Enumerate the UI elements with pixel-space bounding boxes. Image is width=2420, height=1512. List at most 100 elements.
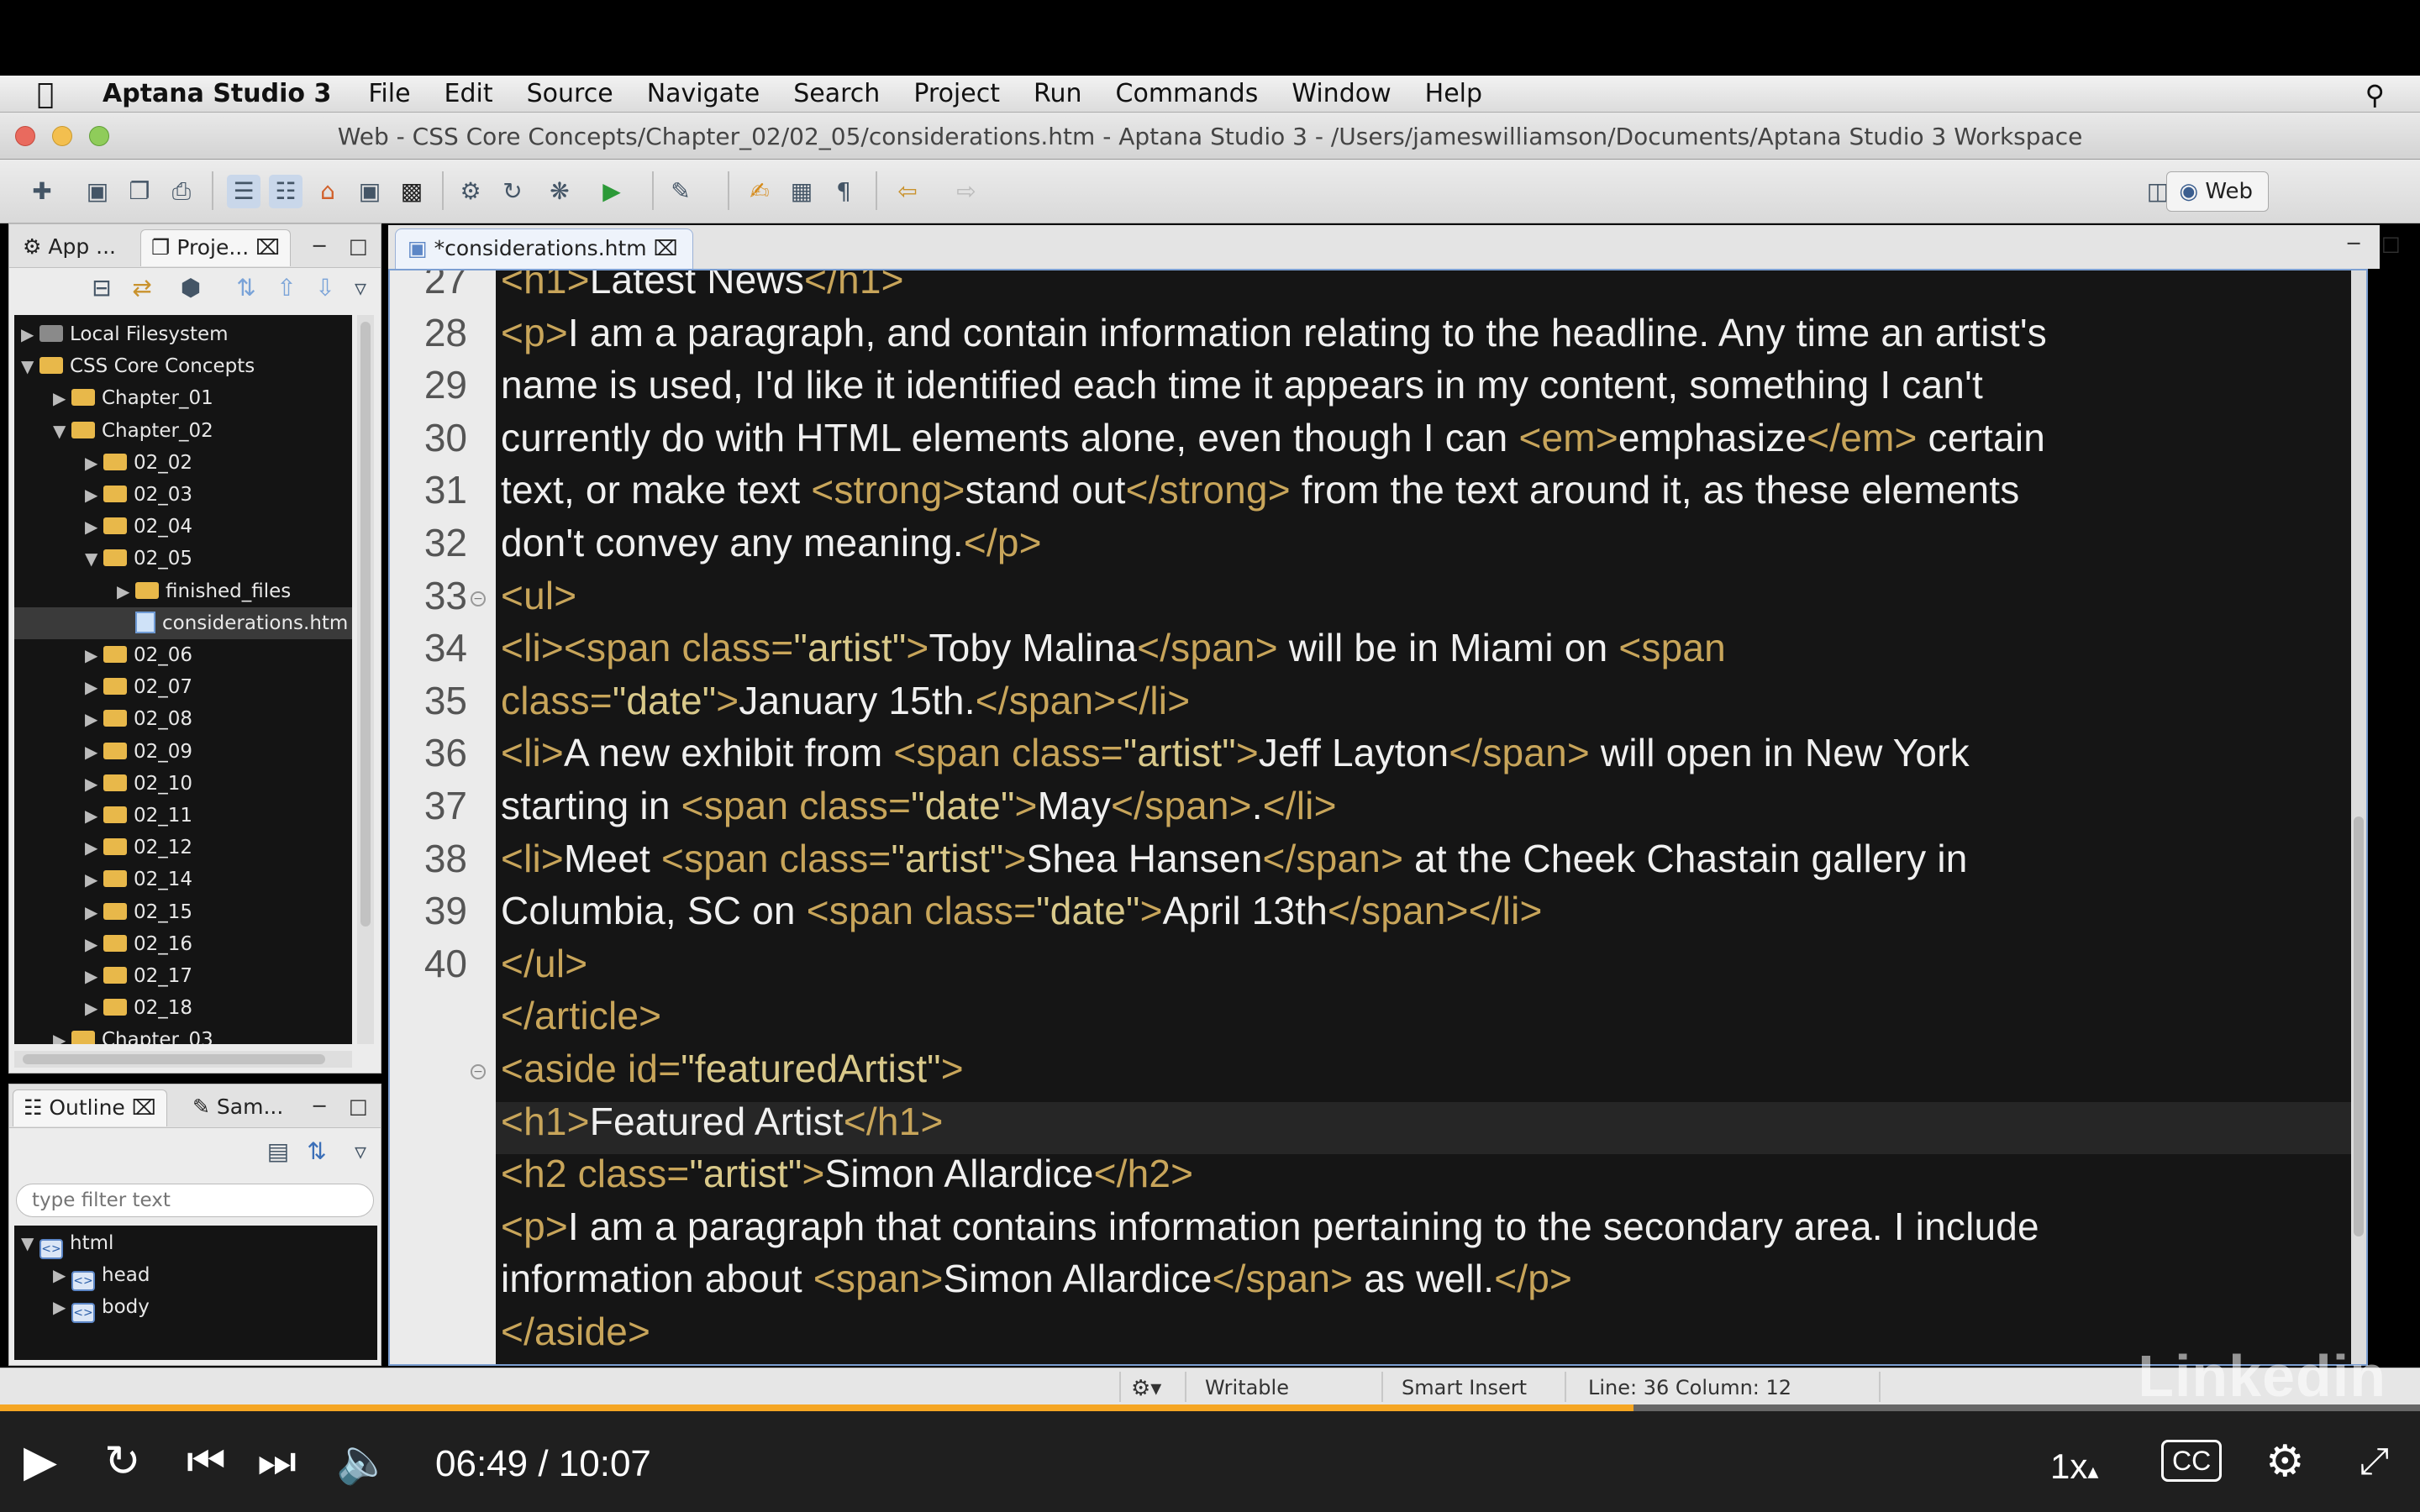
code-editor[interactable]: 27 28 29 30 31 32 33−34 35 36 37 38 39 40− <h1>Lates… (388, 269, 2368, 1366)
code-line[interactable]: <p>I am a paragraph that contains inform… (501, 1204, 2039, 1249)
collapsed-arrow-icon[interactable]: ▶ (85, 736, 103, 768)
outline-item[interactable]: ▶ <> body (14, 1291, 150, 1323)
close-tab-icon[interactable]: ⌧ (654, 236, 678, 260)
expanded-arrow-icon[interactable]: ▼ (21, 350, 39, 382)
code-line[interactable]: <li>A new exhibit from <span class="arti… (501, 730, 1970, 775)
collapsed-arrow-icon[interactable]: ▶ (117, 575, 135, 607)
hierarchy-icon[interactable]: ☷ (269, 175, 302, 208)
collapsed-arrow-icon[interactable]: ▶ (53, 1259, 71, 1291)
collapsed-arrow-icon[interactable]: ▶ (85, 992, 103, 1024)
code-line[interactable]: <li>Meet <span class="artist">Shea Hanse… (501, 836, 1968, 881)
outline-menu-icon[interactable]: ▿ (344, 1135, 377, 1168)
next-icon[interactable]: ⏭ (257, 1436, 297, 1487)
exit-fullscreen-icon[interactable]: ⤢ (2360, 1436, 2389, 1487)
home-icon[interactable]: ⌂ (311, 175, 345, 208)
forward-arrow-icon[interactable]: ⇨ (950, 175, 983, 208)
collapsed-arrow-icon[interactable]: ▶ (85, 511, 103, 543)
close-tab-icon[interactable]: ⌧ (255, 235, 280, 260)
code-line[interactable]: <h1>Latest News</h1> (501, 270, 904, 302)
collapsed-arrow-icon[interactable]: ▶ (85, 639, 103, 671)
tree-item[interactable]: ▶ finished_files (14, 575, 352, 607)
menu-run[interactable]: Run (1034, 79, 1082, 108)
tree-item[interactable]: ▶ 02_03 (14, 479, 352, 511)
tab-samples[interactable]: ✎ Sam... (182, 1089, 293, 1126)
code-line[interactable]: name is used, I'd like it identified eac… (501, 362, 1983, 407)
closed-captions-button[interactable]: CC (2161, 1440, 2223, 1482)
minimize-pane-icon[interactable]: ─ (313, 234, 325, 258)
menu-help[interactable]: Help (1425, 79, 1482, 108)
tab-outline[interactable]: ☷ Outline ⌧ (13, 1089, 167, 1126)
replay-icon[interactable]: ↻ (104, 1436, 141, 1487)
terminal-icon[interactable]: ▩ (395, 175, 429, 208)
tree-item[interactable]: ▶ Local Filesystem (14, 318, 352, 350)
tree-item[interactable]: ▶ Chapter_01 (14, 382, 352, 414)
expanded-arrow-icon[interactable]: ▼ (85, 543, 103, 575)
view-menu-icon[interactable]: ▿ (344, 271, 377, 305)
outline-item[interactable]: ▶ <> head (14, 1259, 150, 1291)
tree-item[interactable]: ▶ 02_10 (14, 768, 352, 800)
collapsed-arrow-icon[interactable]: ▶ (85, 447, 103, 479)
sync-icon[interactable]: ↻ (496, 175, 529, 208)
code-line[interactable]: starting in <span class="date">May</span… (501, 783, 1337, 828)
tree-item[interactable]: ▶ 02_12 (14, 832, 352, 864)
tools-icon[interactable]: ✎ (664, 175, 697, 208)
collapsed-arrow-icon[interactable]: ▶ (85, 928, 103, 960)
menu-navigate[interactable]: Navigate (647, 79, 760, 108)
project-tree-hscrollbar[interactable] (14, 1051, 352, 1068)
print-icon[interactable]: ⎙ (165, 175, 198, 208)
code-line[interactable]: <aside id="featuredArtist"> (501, 1046, 964, 1091)
collapsed-arrow-icon[interactable]: ▶ (85, 800, 103, 832)
tab-project-explorer[interactable]: ❐ Proje... ⌧ (140, 229, 291, 266)
tree-item[interactable]: ▶ 02_06 (14, 639, 352, 671)
fold-toggle-icon[interactable]: − (471, 591, 486, 606)
web-perspective-button[interactable]: ◉ Web (2166, 171, 2269, 212)
close-tab-icon[interactable]: ⌧ (132, 1095, 156, 1120)
collapse-all-icon[interactable]: ⊟ (85, 271, 118, 305)
menu-commands[interactable]: Commands (1116, 79, 1259, 108)
code-line[interactable]: <ul> (501, 573, 576, 618)
expanded-arrow-icon[interactable]: ▼ (53, 415, 71, 447)
project-menu-icon[interactable]: ⬢ (174, 271, 208, 305)
sort-icon[interactable]: ⇅ (229, 271, 263, 305)
code-line[interactable]: <h1>Featured Artist</h1> (501, 1099, 944, 1144)
code-line[interactable]: </aside> (501, 1309, 650, 1354)
collapsed-arrow-icon[interactable]: ▶ (21, 318, 39, 350)
editor-scroll-thumb[interactable] (2354, 816, 2364, 1236)
tab-considerations-htm[interactable]: ▣ *considerations.htm ⌧ (395, 228, 694, 269)
highlight-icon[interactable]: ✍ (743, 175, 776, 208)
tree-item[interactable]: ▶ Chapter_03 (14, 1024, 352, 1044)
collapsed-arrow-icon[interactable]: ▶ (85, 479, 103, 511)
collapsed-arrow-icon[interactable]: ▶ (85, 832, 103, 864)
tree-item[interactable]: ▶ 02_02 (14, 447, 352, 479)
tree-item[interactable]: ▶ 02_18 (14, 992, 352, 1024)
tree-item[interactable]: ▶ 02_17 (14, 960, 352, 992)
tree-item[interactable]: ▼ Chapter_02 (14, 415, 352, 447)
project-explorer-icon[interactable]: ☰ (227, 175, 260, 208)
maximize-pane-icon[interactable]: □ (349, 1095, 368, 1118)
fold-toggle-icon[interactable]: − (471, 1064, 486, 1079)
menu-window[interactable]: Window (1292, 79, 1391, 108)
deploy-icon[interactable]: ⚙ (454, 175, 487, 208)
tree-item[interactable]: ▼ 02_05 (14, 543, 352, 575)
tree-item[interactable]: considerations.htm (14, 606, 352, 639)
run-icon[interactable]: ▶ (595, 175, 629, 208)
gear-icon[interactable]: ⚙▾ (1131, 1376, 1161, 1401)
code-line[interactable]: class="date">January 15th.</span></li> (501, 678, 1190, 723)
collapsed-arrow-icon[interactable]: ▶ (53, 382, 71, 414)
new-file-icon[interactable]: ✚ (25, 175, 59, 208)
outline-filter-input[interactable] (16, 1184, 374, 1217)
move-up-icon[interactable]: ⇧ (270, 271, 303, 305)
code-line[interactable]: <h2 class="artist">Simon Allardice</h2> (501, 1151, 1193, 1196)
link-editor-icon[interactable]: ⇄ (125, 271, 159, 305)
play-icon[interactable]: ▶ (24, 1436, 57, 1487)
project-tree-scrollbar[interactable] (357, 315, 374, 1044)
maximize-pane-icon[interactable]: □ (349, 234, 368, 258)
collapsed-arrow-icon[interactable]: ▶ (85, 960, 103, 992)
code-line[interactable]: <p>I am a paragraph, and contain informa… (501, 310, 2047, 355)
menu-edit[interactable]: Edit (445, 79, 493, 108)
editor-scrollbar[interactable] (2351, 270, 2366, 1364)
code-area[interactable]: <h1>Latest News</h1> <p>I am a paragraph,… (496, 270, 2351, 1364)
tree-item[interactable]: ▶ 02_08 (14, 703, 352, 735)
playback-speed-button[interactable]: 1x▴ (2050, 1441, 2098, 1496)
collapsed-arrow-icon[interactable]: ▶ (53, 1291, 71, 1323)
